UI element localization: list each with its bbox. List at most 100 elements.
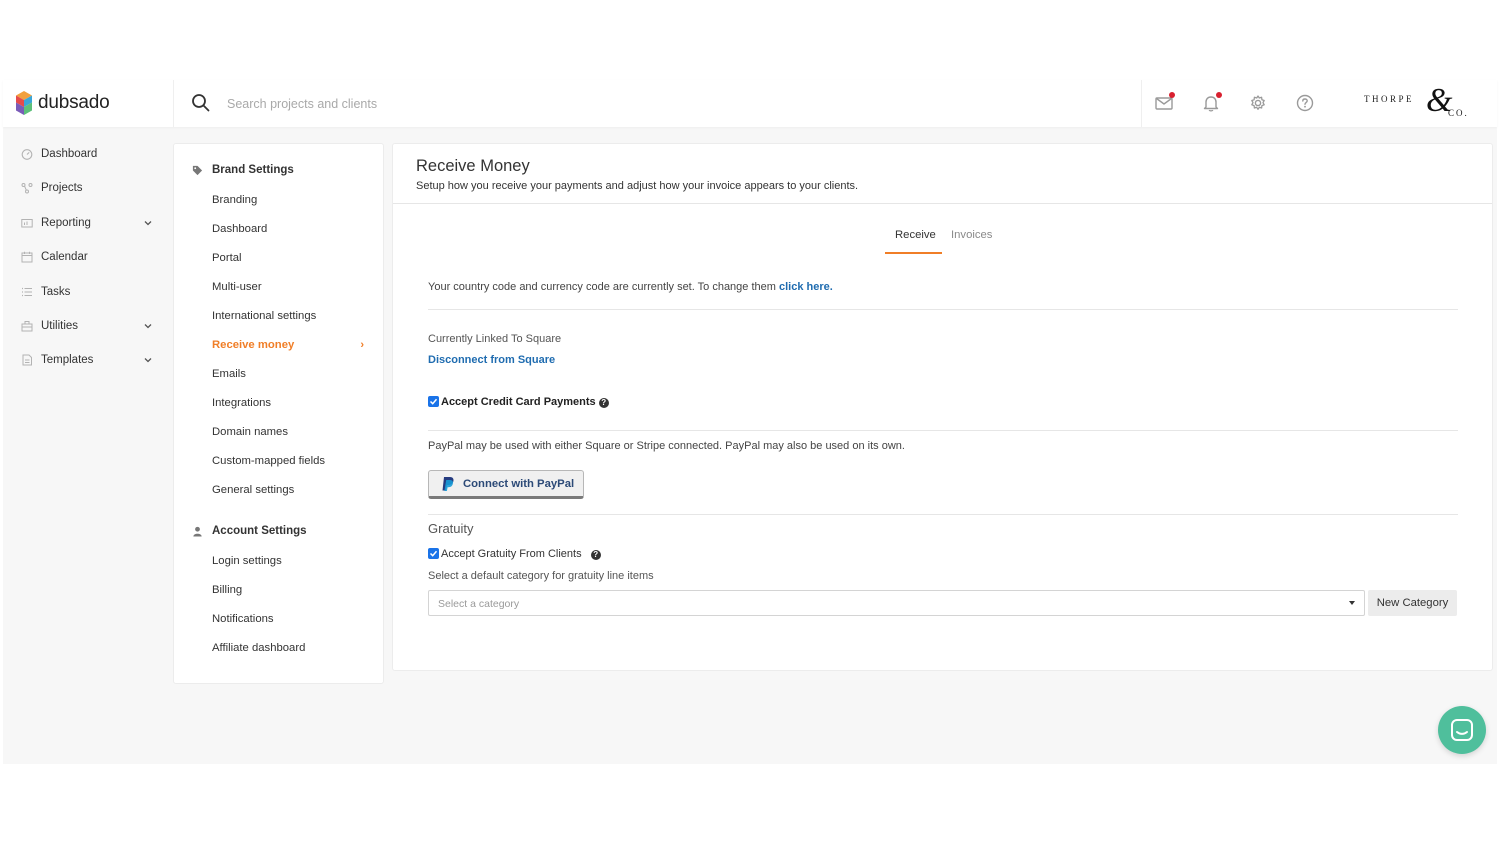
nav-item-label: Reporting [41, 217, 91, 229]
connect-paypal-button[interactable]: Connect with PayPal [428, 470, 584, 499]
nav-item-label: Dashboard [41, 148, 98, 160]
header-icons-divider [1141, 80, 1142, 127]
gratuity-category-label: Select a default category for gratuity l… [428, 570, 654, 582]
accept-gratuity-checkbox[interactable] [428, 548, 439, 559]
tasks-icon [22, 287, 32, 297]
settings-item-general-settings[interactable]: General settings [212, 482, 372, 498]
app-name: dubsado [38, 92, 110, 113]
reporting-icon [21, 219, 33, 228]
connect-paypal-label: Connect with PayPal [463, 478, 575, 490]
tab-invoices[interactable]: Invoices [951, 229, 992, 241]
nav-item-label: Tasks [41, 286, 71, 298]
settings-item-billing[interactable]: Billing [212, 582, 372, 598]
accept-credit-card-text: Accept Credit Card Payments [441, 396, 596, 408]
settings-item-integrations[interactable]: Integrations [212, 395, 372, 411]
nav-item-label: Templates [41, 354, 94, 366]
settings-item-notifications[interactable]: Notifications [212, 611, 372, 627]
divider [428, 514, 1458, 515]
dubsado-logo[interactable]: dubsado [15, 88, 110, 118]
mail-icon[interactable] [1154, 92, 1175, 113]
settings-item-branding[interactable]: Branding [212, 192, 372, 208]
brand-settings-header: Brand Settings [192, 164, 294, 176]
divider [428, 309, 1458, 310]
question-circle-icon[interactable]: ? [598, 398, 609, 408]
country-currency-notice: Your country code and currency code are … [428, 281, 833, 293]
settings-item-affiliate-dashboard[interactable]: Affiliate dashboard [212, 640, 372, 656]
nav-item-utilities[interactable]: Utilities [3, 313, 173, 339]
settings-item-multi-user[interactable]: Multi-user [212, 279, 372, 295]
utilities-icon [21, 321, 33, 332]
settings-item-domain-names[interactable]: Domain names [212, 424, 372, 440]
accept-gratuity-text: Accept Gratuity From Clients [441, 548, 582, 560]
header-divider [173, 80, 174, 127]
chat-launcher-button[interactable] [1438, 706, 1486, 754]
account-settings-header: Account Settings [192, 525, 307, 537]
settings-item-custom-mapped-fields[interactable]: Custom-mapped fields [212, 453, 372, 469]
chevron-down-icon[interactable] [143, 218, 153, 228]
nav-item-projects[interactable]: Projects [3, 175, 173, 201]
settings-item-international-settings[interactable]: International settings [212, 308, 372, 324]
gear-icon[interactable] [1248, 93, 1268, 113]
settings-item-receive-money[interactable]: Receive money › [212, 337, 372, 353]
settings-item-portal[interactable]: Portal [212, 250, 372, 266]
search-icon[interactable] [191, 93, 211, 113]
nav-item-reporting[interactable]: Reporting [3, 210, 173, 236]
accept-gratuity-label: Accept Gratuity From Clients ? [441, 548, 601, 560]
nav-item-tasks[interactable]: Tasks [3, 279, 173, 305]
nav-item-label: Projects [41, 182, 83, 194]
accept-credit-card-checkbox[interactable] [428, 396, 439, 407]
nav-item-label: Calendar [41, 251, 88, 263]
dashboard-icon [21, 149, 33, 160]
settings-item-emails[interactable]: Emails [212, 366, 372, 382]
nav-item-dashboard[interactable]: Dashboard [3, 141, 173, 167]
settings-sidebar: Brand Settings Branding Dashboard Portal… [173, 143, 384, 684]
caret-down-icon [1349, 601, 1355, 605]
templates-icon [22, 354, 32, 366]
chevron-down-icon[interactable] [143, 321, 153, 331]
linked-status-text: Currently Linked To Square [428, 333, 562, 345]
page-title: Receive Money [416, 157, 530, 175]
user-icon [193, 526, 202, 537]
gratuity-title: Gratuity [428, 521, 474, 536]
nav-item-calendar[interactable]: Calendar [3, 244, 173, 270]
calendar-icon [21, 251, 33, 263]
category-select-placeholder: Select a category [438, 598, 520, 610]
brand-logo-suffix: CO. [1448, 108, 1469, 118]
new-category-button[interactable]: New Category [1368, 590, 1457, 616]
header-divider [393, 203, 1492, 204]
bell-icon[interactable] [1201, 92, 1222, 113]
settings-item-login-settings[interactable]: Login settings [212, 553, 372, 569]
change-country-link[interactable]: click here. [779, 281, 833, 293]
checkmark-icon [429, 398, 438, 405]
paypal-icon [442, 477, 454, 491]
bell-notification-dot [1216, 92, 1222, 98]
projects-icon [21, 183, 33, 194]
brand-settings-title: Brand Settings [212, 164, 294, 176]
account-settings-title: Account Settings [212, 525, 307, 537]
settings-item-receive-money-label: Receive money [212, 339, 295, 351]
divider [428, 430, 1458, 431]
mail-notification-dot [1169, 92, 1175, 98]
settings-item-dashboard[interactable]: Dashboard [212, 221, 372, 237]
accept-credit-card-label: Accept Credit Card Payments? [441, 396, 609, 408]
search-input[interactable] [227, 93, 627, 115]
nav-item-label: Utilities [41, 320, 79, 332]
country-currency-text: Your country code and currency code are … [428, 281, 779, 293]
tag-icon [192, 165, 203, 175]
paypal-note: PayPal may be used with either Square or… [428, 440, 905, 452]
disconnect-square-link[interactable]: Disconnect from Square [428, 354, 555, 366]
question-circle-icon[interactable]: ? [590, 550, 601, 560]
top-bar: dubsado THORPE & CO. [3, 80, 1497, 127]
brand-logo[interactable]: THORPE & CO. [1359, 84, 1469, 122]
chevron-right-icon: › [360, 339, 364, 351]
chat-icon [1451, 719, 1473, 741]
nav-item-templates[interactable]: Templates [3, 347, 173, 373]
gratuity-category-select[interactable]: Select a category [428, 590, 1365, 616]
checkmark-icon [429, 550, 438, 557]
help-icon[interactable] [1295, 93, 1315, 113]
page-subtitle: Setup how you receive your payments and … [416, 180, 859, 192]
chevron-down-icon[interactable] [143, 355, 153, 365]
active-tab-indicator [885, 252, 942, 254]
tab-receive[interactable]: Receive [895, 229, 936, 241]
app-root: dubsado THORPE & CO. [3, 80, 1497, 764]
